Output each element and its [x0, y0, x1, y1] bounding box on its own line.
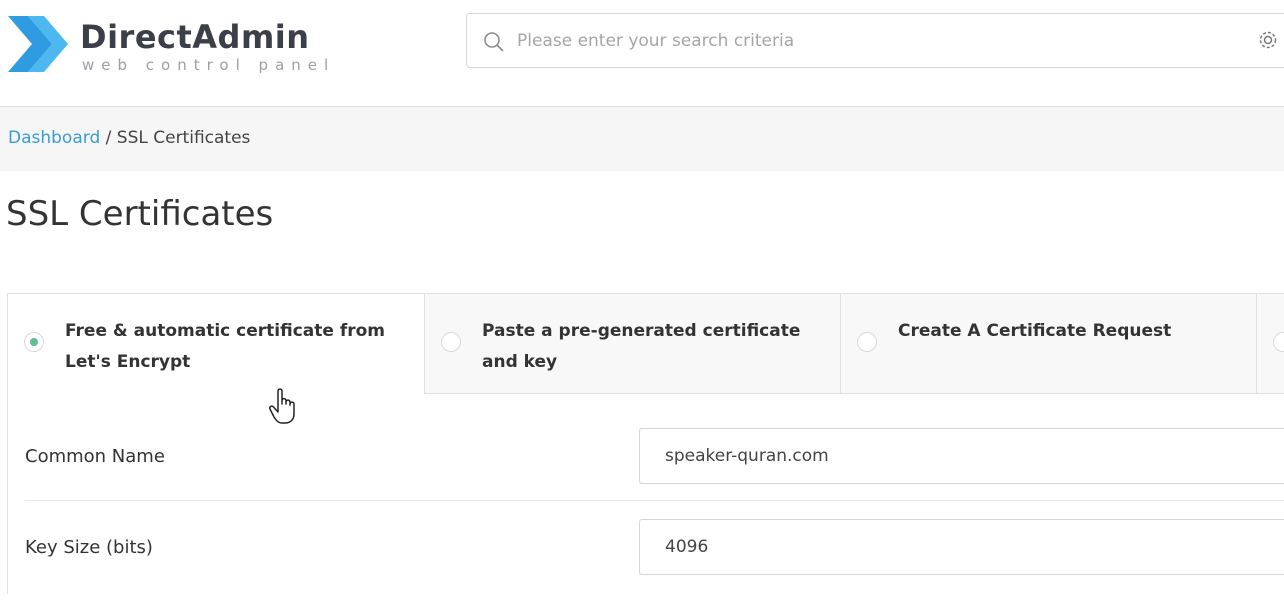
tab-certificate-request[interactable]: Create A Certificate Request — [840, 294, 1256, 394]
form-divider — [25, 500, 1284, 501]
breadcrumb-current: SSL Certificates — [116, 128, 251, 148]
radio-letsencrypt[interactable] — [24, 332, 44, 352]
search-box[interactable] — [466, 13, 1284, 68]
search-icon — [484, 32, 504, 52]
directadmin-logo[interactable]: DirectAdmin web control panel — [6, 8, 328, 78]
breadcrumb: Dashboard / SSL Certificates — [8, 128, 250, 148]
common-name-input[interactable]: speaker-quran.com — [639, 428, 1284, 484]
hand-pointer-icon — [269, 388, 295, 424]
search-input[interactable] — [517, 14, 1217, 67]
common-name-label: Common Name — [25, 446, 165, 467]
ssl-options-panel: Free & automatic certificate from Let's … — [7, 293, 1284, 594]
tab-more[interactable] — [1256, 294, 1284, 394]
tab-certificate-request-label: Create A Certificate Request — [898, 321, 1172, 341]
tab-paste-certificate-label: Paste a pre-generated certificate and ke… — [482, 321, 801, 372]
breadcrumb-dashboard-link[interactable]: Dashboard — [8, 128, 100, 148]
key-size-select[interactable]: 4096 — [639, 519, 1284, 575]
key-size-row: Key Size (bits) 4096 — [25, 519, 1284, 609]
top-header: DirectAdmin web control panel — [0, 0, 1284, 107]
tab-letsencrypt[interactable]: Free & automatic certificate from Let's … — [8, 294, 424, 394]
key-size-label: Key Size (bits) — [25, 537, 153, 558]
logo-chevrons-icon — [8, 16, 68, 72]
gear-icon[interactable] — [1256, 28, 1280, 52]
logo-subtitle: web control panel — [82, 56, 336, 74]
tab-letsencrypt-label: Free & automatic certificate from Let's … — [65, 321, 385, 372]
tab-paste-certificate[interactable]: Paste a pre-generated certificate and ke… — [424, 294, 840, 394]
page-title: SSL Certificates — [6, 194, 274, 234]
common-name-row: Common Name speaker-quran.com — [25, 428, 1284, 518]
radio-more[interactable] — [1273, 332, 1284, 352]
breadcrumb-bar: Dashboard / SSL Certificates — [0, 107, 1284, 171]
breadcrumb-separator: / — [100, 128, 117, 148]
radio-paste-certificate[interactable] — [441, 332, 461, 352]
radio-certificate-request[interactable] — [857, 332, 877, 352]
logo-title: DirectAdmin — [80, 18, 310, 56]
